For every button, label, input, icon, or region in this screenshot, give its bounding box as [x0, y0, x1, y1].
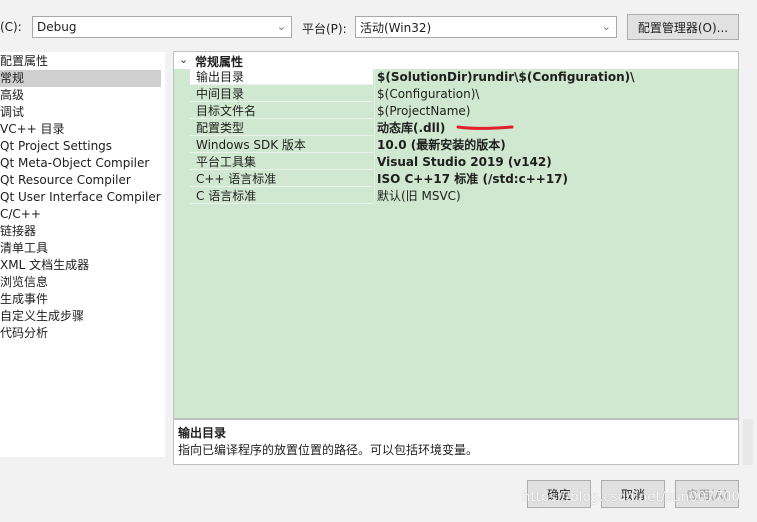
tree-item[interactable]: 调试	[0, 104, 24, 121]
section-header[interactable]: ⌄ 常规属性	[174, 52, 738, 69]
column-divider	[374, 69, 375, 86]
property-row[interactable]: 中间目录 $(Configuration)\	[174, 86, 738, 103]
tree-item[interactable]: C/C++	[0, 206, 41, 223]
platform-select[interactable]: 活动(Win32) ⌄	[355, 16, 617, 38]
watermark: https://blog.csdn.net/sun007700	[522, 490, 741, 505]
configuration-select[interactable]: Debug ⌄	[32, 16, 292, 38]
configuration-value: Debug	[37, 20, 77, 34]
tree-item[interactable]: Qt Project Settings	[0, 138, 112, 155]
tree-item[interactable]: 配置属性	[0, 53, 48, 70]
tree-item[interactable]: Qt User Interface Compiler	[0, 189, 161, 206]
property-value[interactable]: 动态库(.dll)	[377, 120, 445, 136]
red-underline-annotation	[456, 125, 514, 130]
configuration-label: (C):	[0, 20, 22, 34]
tree-item[interactable]: 自定义生成步骤	[0, 308, 84, 325]
tree-item[interactable]: 链接器	[0, 223, 36, 240]
platform-label: 平台(P):	[302, 22, 347, 36]
column-divider	[374, 154, 375, 171]
description-scrollbar[interactable]	[743, 419, 753, 465]
property-row[interactable]: C++ 语言标准 ISO C++17 标准 (/std:c++17)	[174, 171, 738, 188]
column-divider	[374, 103, 375, 120]
chevron-down-icon: ⌄	[601, 20, 611, 33]
column-divider	[374, 120, 375, 137]
toolbar: (C): Debug ⌄ 平台(P): 活动(Win32) ⌄ 配置管理器(O)…	[0, 0, 757, 48]
tree-item[interactable]: 清单工具	[0, 240, 48, 257]
property-name: 中间目录	[190, 86, 373, 102]
tree-item[interactable]: XML 文档生成器	[0, 257, 89, 274]
chevron-down-icon: ⌄	[276, 20, 286, 33]
tree-item[interactable]: Qt Resource Compiler	[0, 172, 131, 189]
section-title: 常规属性	[195, 55, 244, 69]
property-value[interactable]: Visual Studio 2019 (v142)	[377, 154, 552, 170]
property-tree: 配置属性 常规 高级 调试 VC++ 目录 Qt Project Settings Qt M…	[0, 52, 165, 457]
property-value[interactable]: $(ProjectName)	[377, 103, 470, 119]
property-name: 输出目录	[190, 69, 373, 85]
property-name: C++ 语言标准	[190, 171, 373, 187]
config-manager-button[interactable]: 配置管理器(O)...	[627, 14, 739, 40]
property-name: 配置类型	[190, 120, 373, 136]
property-value[interactable]: $(SolutionDir)rundir\$(Configuration)\	[377, 69, 634, 85]
tree-item[interactable]: 高级	[0, 87, 24, 104]
property-value[interactable]: $(Configuration)\	[377, 86, 479, 102]
description-text: 指向已编译程序的放置位置的路径。可以包括环境变量。	[178, 443, 479, 457]
tree-item[interactable]: VC++ 目录	[0, 121, 65, 138]
description-panel: 输出目录 指向已编译程序的放置位置的路径。可以包括环境变量。	[173, 419, 739, 465]
property-row[interactable]: 平台工具集 Visual Studio 2019 (v142)	[174, 154, 738, 171]
tree-item[interactable]: 代码分析	[0, 325, 48, 342]
column-divider	[374, 171, 375, 188]
column-divider	[374, 137, 375, 154]
property-row[interactable]: Windows SDK 版本 10.0 (最新安装的版本)	[174, 137, 738, 154]
property-row[interactable]: C 语言标准 默认(旧 MSVC)	[174, 188, 738, 205]
tree-item[interactable]: Qt Meta-Object Compiler	[0, 155, 149, 172]
chevron-down-icon[interactable]: ⌄	[179, 53, 188, 66]
property-name: C 语言标准	[190, 188, 373, 204]
property-row[interactable]: 输出目录 $(SolutionDir)rundir\$(Configuration…	[174, 69, 738, 86]
property-name: 平台工具集	[190, 154, 373, 170]
property-name: 目标文件名	[190, 103, 373, 119]
property-row[interactable]: 目标文件名 $(ProjectName)	[174, 103, 738, 120]
property-value[interactable]: 默认(旧 MSVC)	[377, 188, 461, 204]
property-value[interactable]: ISO C++17 标准 (/std:c++17)	[377, 171, 568, 187]
tree-item[interactable]: 浏览信息	[0, 274, 48, 291]
description-title: 输出目录	[178, 426, 227, 440]
property-value[interactable]: 10.0 (最新安装的版本)	[377, 137, 506, 153]
column-divider	[374, 188, 375, 205]
tree-item[interactable]: 生成事件	[0, 291, 48, 308]
tree-item[interactable]: 常规	[0, 70, 161, 87]
property-grid: ⌄ 常规属性 输出目录 $(SolutionDir)rundir\$(Config…	[173, 51, 739, 419]
column-divider	[374, 86, 375, 103]
property-name: Windows SDK 版本	[190, 137, 373, 153]
platform-value: 活动(Win32)	[360, 20, 432, 35]
